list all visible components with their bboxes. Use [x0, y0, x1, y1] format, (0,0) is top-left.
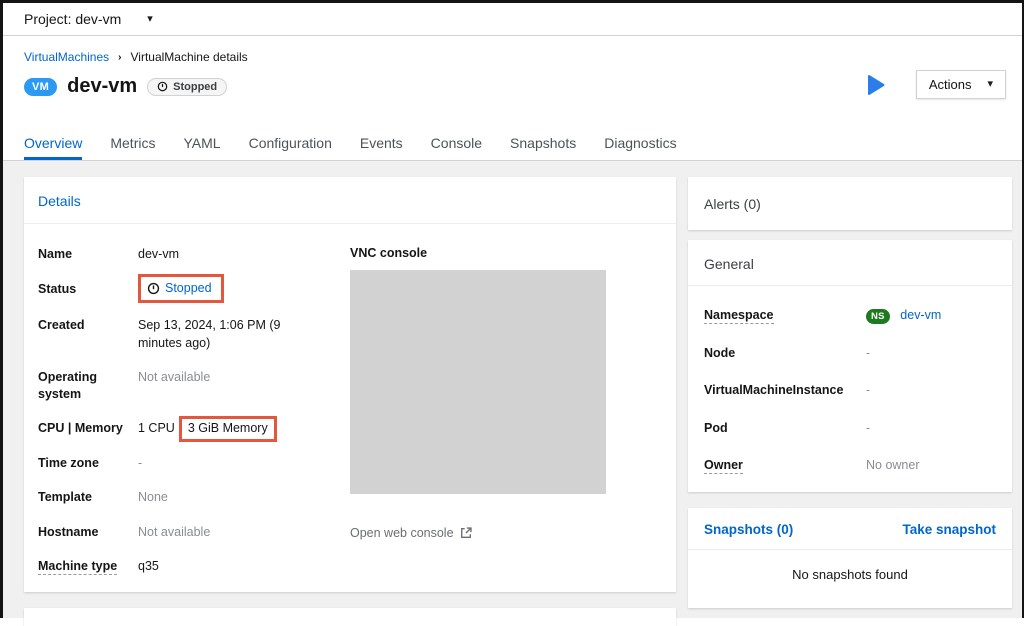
pod-value: - [866, 420, 996, 438]
off-icon [157, 81, 168, 92]
chevron-right-icon: › [118, 52, 121, 63]
details-card-header: Details [24, 177, 676, 223]
namespace-value-cell: NS dev-vm [866, 307, 996, 325]
timezone-value: - [138, 455, 314, 473]
namespace-kind-badge: NS [866, 309, 890, 324]
play-icon [866, 74, 886, 96]
page-header: VirtualMachines › VirtualMachine details… [3, 36, 1022, 125]
hostname-value: Not available [138, 524, 314, 542]
namespace-value-link[interactable]: dev-vm [900, 308, 941, 322]
tab-configuration[interactable]: Configuration [249, 125, 332, 160]
masthead: Project: dev-vm ▾ [3, 3, 1022, 36]
memory-value: 3 GiB Memory [188, 421, 268, 435]
details-card: Details Name dev-vm Status Stopped [24, 177, 676, 592]
pod-label: Pod [704, 420, 866, 438]
vmi-label: VirtualMachineInstance [704, 382, 866, 400]
page-title: dev-vm [67, 75, 137, 98]
general-description-list: Namespace NS dev-vm Node - VirtualMachin… [688, 286, 1012, 475]
snapshots-card: Snapshots (0) Take snapshot No snapshots… [688, 508, 1012, 608]
alerts-title: Alerts (0) [704, 196, 761, 212]
vnc-console-section: VNC console Open web console [350, 246, 660, 576]
vnc-console-placeholder [350, 270, 606, 494]
off-icon [147, 282, 160, 295]
caret-down-icon: ▾ [987, 79, 993, 90]
created-label: Created [38, 317, 138, 352]
tab-snapshots[interactable]: Snapshots [510, 125, 576, 160]
namespace-label[interactable]: Namespace [704, 307, 866, 325]
actions-menu-label: Actions [929, 77, 972, 92]
snapshots-card-header: Snapshots (0) Take snapshot [688, 508, 1012, 549]
owner-label[interactable]: Owner [704, 457, 866, 475]
status-value-link[interactable]: Stopped [165, 280, 212, 298]
content-area: Details Name dev-vm Status Stopped [3, 161, 1022, 618]
breadcrumb-current: VirtualMachine details [131, 50, 248, 64]
timezone-label: Time zone [38, 455, 138, 473]
vmi-value: - [866, 382, 996, 400]
general-card: General Namespace NS dev-vm Node - Virtu… [688, 240, 1012, 492]
node-value: - [866, 345, 996, 363]
tab-yaml[interactable]: YAML [183, 125, 220, 160]
template-label: Template [38, 489, 138, 507]
tab-events[interactable]: Events [360, 125, 403, 160]
header-actions: Actions ▾ [866, 70, 1006, 99]
machine-type-label[interactable]: Machine type [38, 558, 138, 576]
start-vm-button[interactable] [866, 74, 886, 96]
name-label: Name [38, 246, 138, 264]
general-card-title: General [688, 240, 1012, 285]
caret-down-icon: ▾ [147, 14, 153, 25]
sidebar-column: Alerts (0) General Namespace NS dev-vm N… [688, 177, 1012, 608]
vm-kind-badge: VM [24, 78, 57, 96]
tab-metrics[interactable]: Metrics [110, 125, 155, 160]
next-card-partial [24, 608, 676, 626]
open-web-console-link[interactable]: Open web console [350, 526, 472, 540]
external-link-icon [460, 527, 472, 539]
tab-console[interactable]: Console [431, 125, 482, 160]
machine-type-value: q35 [138, 558, 314, 576]
details-body: Name dev-vm Status Stopped Created Sep 1… [24, 224, 676, 576]
details-title-link[interactable]: Details [38, 193, 81, 209]
node-label: Node [704, 345, 866, 363]
status-label: Status [38, 281, 138, 301]
status-badge: Stopped [147, 78, 227, 96]
template-value: None [138, 489, 314, 507]
status-value-cell: Stopped [138, 281, 314, 301]
project-selector[interactable]: Project: dev-vm ▾ [24, 11, 153, 27]
operating-system-value: Not available [138, 369, 314, 403]
name-value: dev-vm [138, 246, 314, 264]
snapshots-title-link[interactable]: Snapshots (0) [704, 522, 793, 537]
created-value: Sep 13, 2024, 1:06 PM (9 minutes ago) [138, 317, 314, 352]
annotation-box-memory: 3 GiB Memory [179, 416, 277, 442]
cpu-memory-label: CPU | Memory [38, 420, 138, 438]
tab-overview[interactable]: Overview [24, 125, 82, 160]
hostname-label: Hostname [38, 524, 138, 542]
alerts-card[interactable]: Alerts (0) [688, 177, 1012, 230]
vnc-console-title: VNC console [350, 246, 660, 260]
open-web-console-label: Open web console [350, 526, 454, 540]
status-badge-label: Stopped [173, 81, 217, 93]
cpu-memory-value-cell: 1 CPU 3 GiB Memory [138, 420, 314, 438]
tab-bar: Overview Metrics YAML Configuration Even… [3, 125, 1022, 161]
tab-diagnostics[interactable]: Diagnostics [604, 125, 676, 160]
project-selector-label: Project: dev-vm [24, 11, 121, 27]
cpu-value: 1 CPU [138, 421, 175, 435]
annotation-box-status: Stopped [138, 274, 224, 304]
title-row: VM dev-vm Stopped [24, 75, 1006, 98]
breadcrumb: VirtualMachines › VirtualMachine details [24, 50, 1006, 64]
vm-details-page: { "colors": { "accent": "#0066cc", "anno… [0, 0, 1024, 618]
main-column: Details Name dev-vm Status Stopped [24, 177, 676, 626]
breadcrumb-virtualmachines-link[interactable]: VirtualMachines [24, 50, 109, 64]
snapshots-empty-state: No snapshots found [688, 550, 1012, 582]
take-snapshot-button[interactable]: Take snapshot [902, 522, 996, 537]
owner-value: No owner [866, 457, 996, 475]
details-description-list: Name dev-vm Status Stopped Created Sep 1… [38, 246, 350, 576]
operating-system-label: Operating system [38, 369, 138, 403]
actions-menu-button[interactable]: Actions ▾ [916, 70, 1006, 99]
